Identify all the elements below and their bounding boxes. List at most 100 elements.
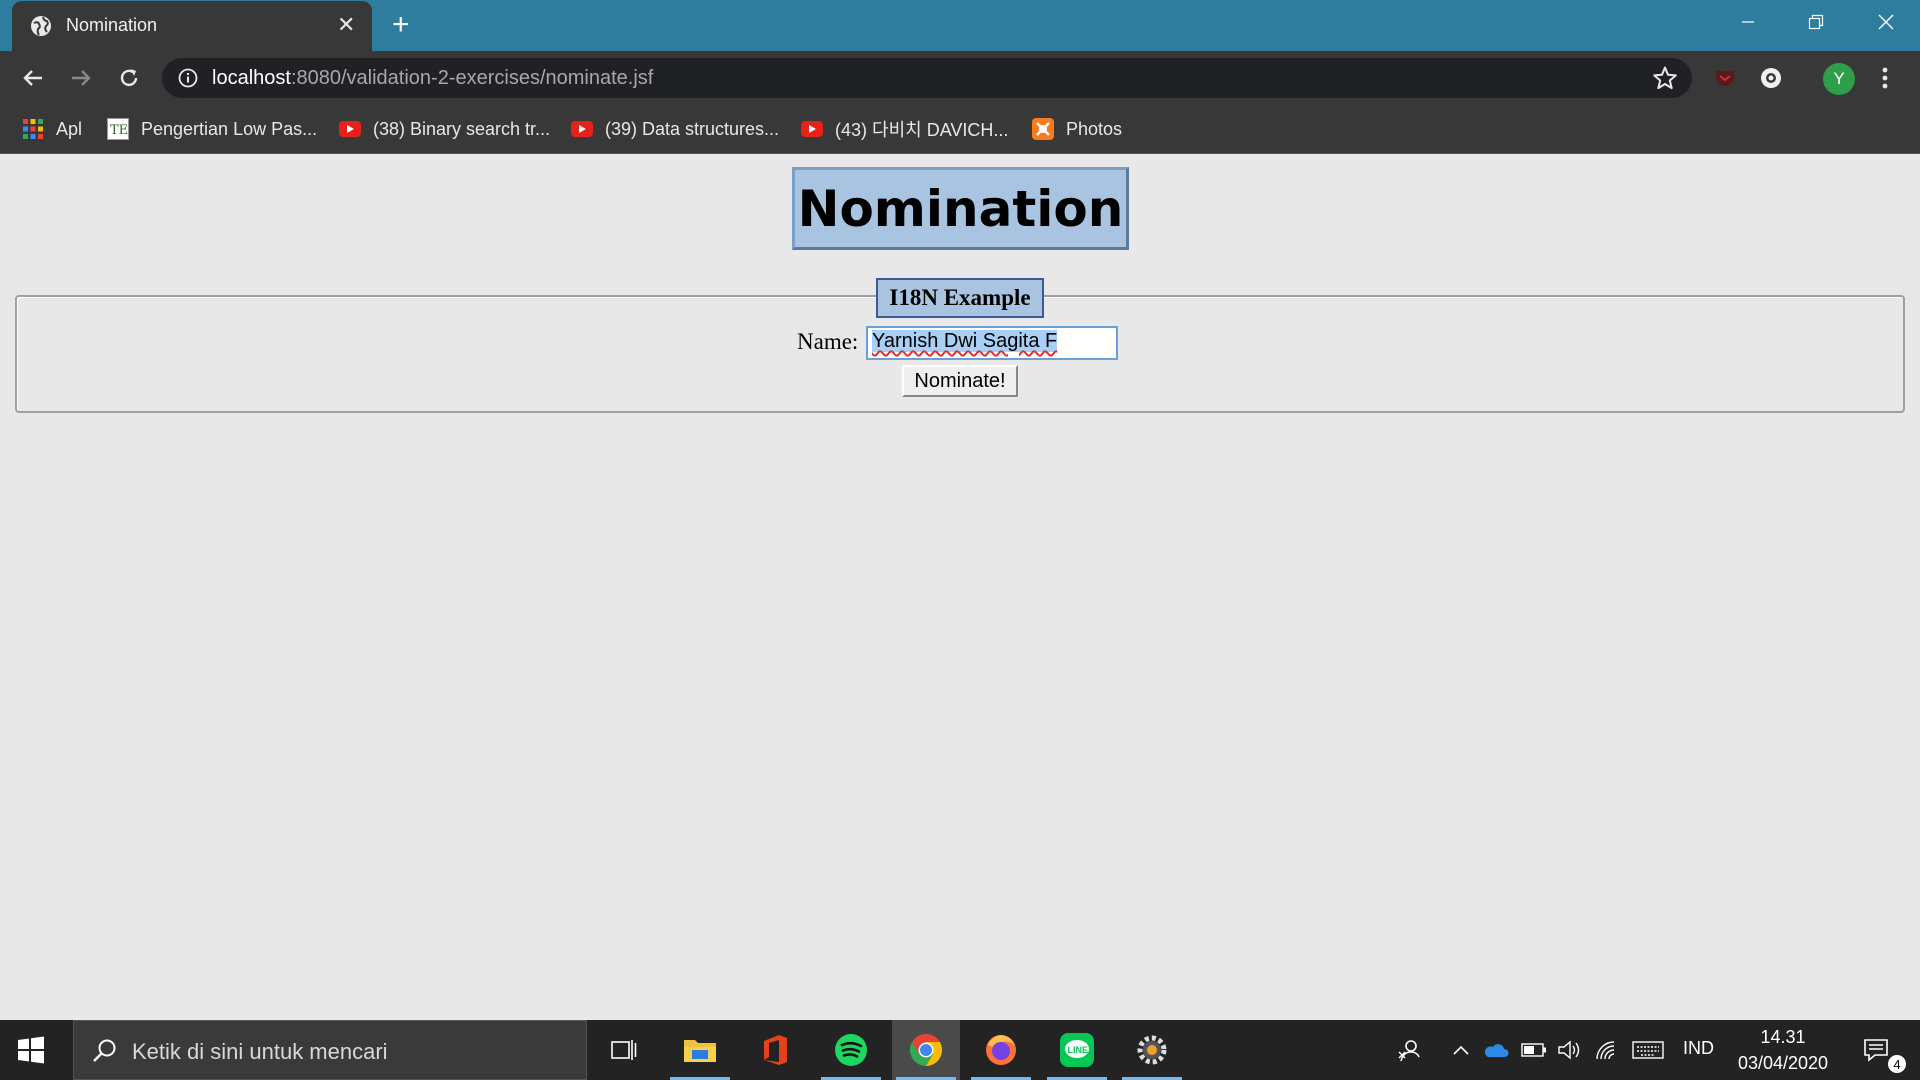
youtube-icon xyxy=(339,118,361,140)
line-icon: LINE xyxy=(1060,1033,1094,1067)
firefox-icon xyxy=(986,1035,1016,1065)
url-text[interactable]: localhost:8080/validation-2-exercises/no… xyxy=(212,67,653,90)
browser-tab-active[interactable]: Nomination ✕ xyxy=(12,1,372,51)
youtube-icon xyxy=(801,118,823,140)
taskbar-office[interactable] xyxy=(741,1020,809,1080)
close-window-button[interactable] xyxy=(1852,0,1920,44)
profile-avatar[interactable]: Y xyxy=(1823,63,1855,95)
te-favicon-icon: TE xyxy=(107,118,129,140)
bookmark-label: Apl xyxy=(56,118,83,139)
fieldset-legend: I18N Example xyxy=(876,278,1044,318)
notification-icon xyxy=(1864,1039,1888,1062)
svg-text:LINE: LINE xyxy=(1068,1045,1089,1055)
bookmark-label: (39) Data structures... xyxy=(605,118,780,139)
wifi-button[interactable] xyxy=(1592,1020,1620,1080)
forward-button[interactable] xyxy=(66,63,96,93)
search-placeholder: Ketik di sini untuk mencari xyxy=(132,1039,388,1064)
reload-button[interactable] xyxy=(114,63,144,93)
wifi-icon xyxy=(1596,1041,1615,1060)
info-icon[interactable] xyxy=(178,68,198,88)
bookmark-label: (43) 다비치 DAVICH... xyxy=(835,120,1009,140)
name-label: Name: xyxy=(797,329,859,354)
taskbar-search[interactable]: Ketik di sini untuk mencari xyxy=(73,1020,587,1080)
onedrive-cloud-icon xyxy=(1484,1044,1509,1057)
bookmark-star-icon[interactable] xyxy=(1652,65,1678,91)
clock[interactable]: 14.31 03/04/2020 xyxy=(1728,1024,1838,1076)
extension-button[interactable] xyxy=(1756,63,1786,93)
page-content: Nomination I18N Example Name: Yarnish Dw… xyxy=(0,154,1920,1020)
photos-icon xyxy=(1032,118,1054,140)
browser-titlebar: Nomination ✕ + xyxy=(0,0,1920,51)
arrow-right-icon xyxy=(72,70,91,86)
browser-toolbar: localhost:8080/validation-2-exercises/no… xyxy=(0,51,1920,105)
new-tab-button[interactable]: + xyxy=(392,9,410,41)
minimize-button[interactable] xyxy=(1714,0,1782,44)
show-hidden-icons-button[interactable] xyxy=(1448,1020,1474,1080)
tab-title: Nomination xyxy=(66,15,158,35)
bookmark-davichi[interactable]: (43) 다비치 DAVICH... xyxy=(801,115,1008,143)
touch-keyboard-button[interactable] xyxy=(1630,1020,1666,1080)
bookmark-label: (38) Binary search tr... xyxy=(373,118,551,139)
taskbar-file-explorer[interactable] xyxy=(666,1020,734,1080)
clock-time: 14.31 xyxy=(1760,1027,1806,1047)
tab-close-icon[interactable]: ✕ xyxy=(337,12,355,38)
svg-text:TE: TE xyxy=(110,123,128,138)
youtube-icon xyxy=(571,118,593,140)
volume-button[interactable] xyxy=(1555,1020,1583,1080)
apps-grid-icon xyxy=(22,118,44,140)
spotify-icon xyxy=(835,1034,867,1066)
nominate-button[interactable]: Nominate! xyxy=(902,365,1018,397)
battery-icon xyxy=(1521,1043,1546,1057)
action-center-button[interactable] xyxy=(1856,1020,1896,1080)
url-path: :8080/validation-2-exercises/nominate.js… xyxy=(290,67,654,89)
clock-date: 03/04/2020 xyxy=(1737,1053,1829,1073)
bookmark-binary-search[interactable]: (38) Binary search tr... xyxy=(339,115,550,143)
onedrive-button[interactable] xyxy=(1482,1020,1510,1080)
chrome-icon xyxy=(909,1034,943,1066)
extension-circle-icon xyxy=(1761,68,1781,88)
folder-icon xyxy=(684,1040,716,1062)
bookmark-label: Photos xyxy=(1066,118,1123,139)
battery-button[interactable] xyxy=(1520,1020,1548,1080)
more-vert-icon[interactable] xyxy=(1874,63,1896,93)
task-view-button[interactable] xyxy=(590,1020,658,1080)
office-icon xyxy=(764,1035,787,1065)
taskbar-spotify[interactable] xyxy=(817,1020,885,1080)
bookmark-data-structures[interactable]: (39) Data structures... xyxy=(571,115,779,143)
notification-count-badge: 4 xyxy=(1888,1055,1906,1073)
people-button[interactable] xyxy=(1392,1020,1428,1080)
taskbar-line[interactable]: LINE xyxy=(1043,1020,1111,1080)
bookmark-label: Pengertian Low Pas... xyxy=(141,118,318,139)
restore-icon xyxy=(1808,14,1824,30)
gear-icon xyxy=(1137,1035,1167,1065)
address-bar[interactable]: localhost:8080/validation-2-exercises/no… xyxy=(162,58,1692,98)
bookmark-photos[interactable]: Photos xyxy=(1032,115,1122,143)
taskbar-firefox[interactable] xyxy=(967,1020,1035,1080)
extension-pocket-button[interactable] xyxy=(1710,63,1740,93)
restore-button[interactable] xyxy=(1782,0,1850,44)
pocket-icon xyxy=(1716,71,1734,86)
bookmarks-bar: Apl TE Pengertian Low Pas... (38) Binary… xyxy=(0,105,1920,154)
input-language[interactable]: IND xyxy=(1683,1038,1714,1059)
back-button[interactable] xyxy=(18,63,48,93)
bookmark-apps[interactable]: Apl xyxy=(22,115,82,143)
people-icon xyxy=(1398,1040,1420,1062)
chevron-up-icon xyxy=(1453,1045,1469,1055)
windows-taskbar: Ketik di sini untuk mencari LINE IND 14.… xyxy=(0,1020,1920,1080)
name-input[interactable]: Yarnish Dwi Sagita F xyxy=(866,326,1118,360)
speaker-icon xyxy=(1558,1040,1580,1060)
windows-start-icon[interactable] xyxy=(16,1035,46,1065)
close-icon xyxy=(1878,14,1894,30)
taskbar-app-gear[interactable] xyxy=(1118,1020,1186,1080)
globe-icon xyxy=(31,16,51,36)
reload-icon xyxy=(120,69,138,87)
taskbar-chrome[interactable] xyxy=(892,1020,960,1080)
arrow-left-icon xyxy=(23,70,42,86)
name-input-value: Yarnish Dwi Sagita F xyxy=(872,330,1058,352)
task-view-icon xyxy=(611,1040,637,1060)
minimize-icon xyxy=(1742,21,1754,23)
page-title: Nomination xyxy=(792,167,1129,250)
keyboard-icon xyxy=(1632,1041,1664,1059)
bookmark-low-pass[interactable]: TE Pengertian Low Pas... xyxy=(107,115,317,143)
url-host: localhost xyxy=(212,67,291,89)
